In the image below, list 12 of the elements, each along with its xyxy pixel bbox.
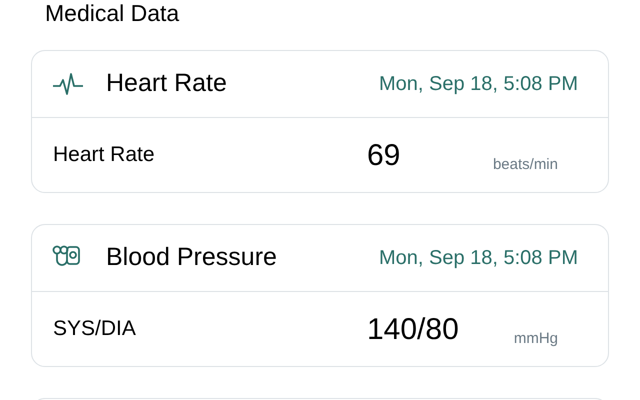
- measurement-value: 69: [367, 138, 400, 174]
- unit-label: beats/min: [492, 154, 558, 175]
- measurement-label: SYS/DIA: [53, 316, 137, 342]
- measurement-label: Heart Rate: [53, 142, 156, 168]
- page-title: Medical Data: [44, 0, 180, 26]
- card-title: Heart Rate: [106, 68, 227, 100]
- timestamp: Mon, Sep 18, 5:08 PM: [378, 246, 578, 271]
- measurement-value: 140/80: [367, 312, 459, 348]
- timestamp: Mon, Sep 18, 5:08 PM: [378, 72, 578, 97]
- heartbeat-icon: [52, 73, 84, 95]
- unit-label: mmHg: [514, 328, 558, 349]
- card-title: Blood Pressure: [106, 242, 277, 274]
